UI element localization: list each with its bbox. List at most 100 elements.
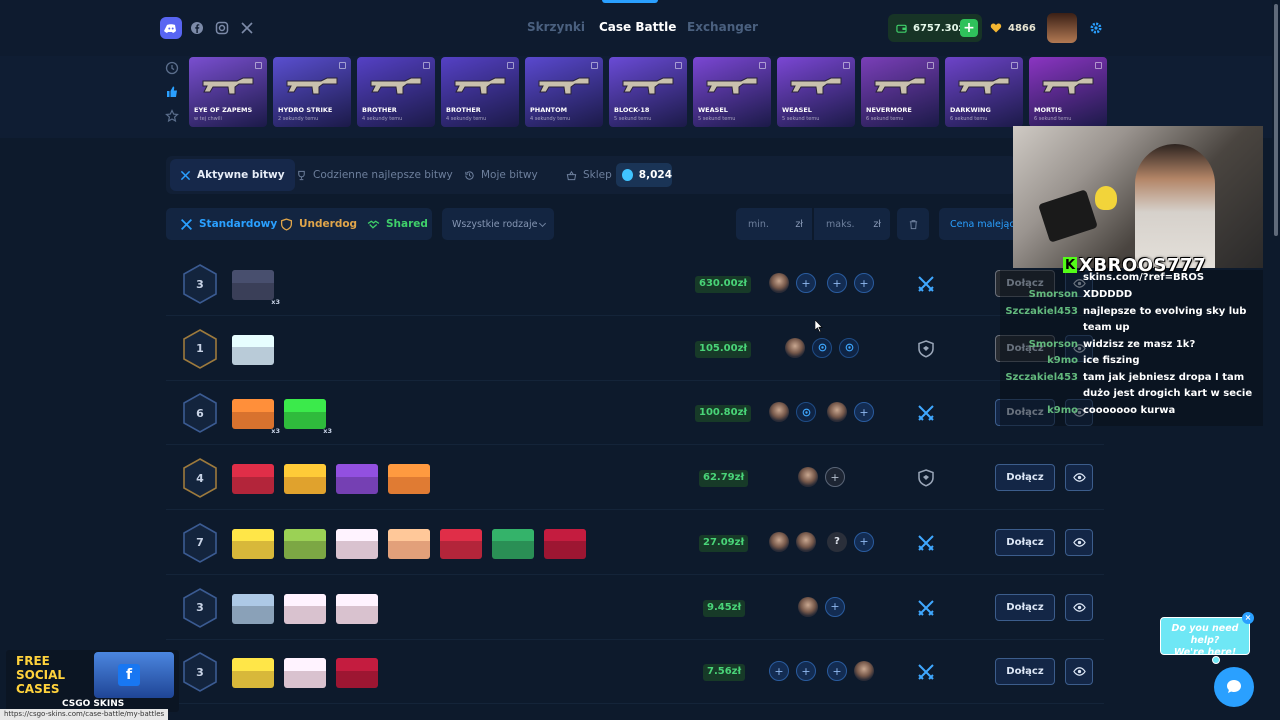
facebook-icon[interactable] [186, 17, 208, 39]
clear-filters-button[interactable] [897, 208, 929, 240]
drop-card[interactable]: WEASEL 5 sekund temu [777, 57, 855, 127]
filter-shared[interactable]: Shared [357, 208, 438, 240]
clock-icon[interactable] [165, 61, 179, 75]
chat-message: skins.com/?ref=BROS [1083, 272, 1205, 283]
thumbs-up-icon[interactable] [165, 85, 179, 99]
join-battle-button[interactable]: Dołącz [995, 658, 1055, 686]
join-slot-button[interactable]: + [827, 661, 847, 682]
rounds-badge: 3 [182, 652, 218, 693]
join-slot-button[interactable]: + [796, 661, 816, 682]
drop-card[interactable]: NEVERMORE 6 sekund temu [861, 57, 939, 127]
max-price-input[interactable]: maks. zł [814, 208, 890, 240]
join-slot-button[interactable]: + [769, 661, 789, 682]
pin-icon[interactable] [507, 62, 514, 69]
discord-icon[interactable] [160, 17, 182, 39]
pin-icon[interactable] [843, 62, 850, 69]
drop-card[interactable]: HYDRO STRIKE 2 sekundy temu [273, 57, 351, 127]
bot-slot-icon [796, 402, 816, 423]
join-slot-button[interactable]: + [854, 273, 874, 293]
player-avatar [769, 273, 789, 293]
type-select[interactable]: Wszystkie rodzaje [442, 208, 554, 240]
scrollbar-thumb[interactable] [1274, 4, 1278, 236]
gems-balance[interactable]: 8,024 [616, 163, 672, 187]
join-battle-button[interactable]: Dołącz [995, 464, 1055, 492]
drop-card[interactable]: BLOCK-18 5 sekund temu [609, 57, 687, 127]
pin-icon[interactable] [423, 62, 430, 69]
shield-icon [280, 217, 293, 231]
watch-battle-button[interactable] [1065, 528, 1093, 556]
sort-value: Cena malejąco [950, 218, 1019, 230]
pin-icon[interactable] [927, 62, 934, 69]
case-lid [388, 464, 430, 477]
free-cases-promo[interactable]: f FREE SOCIAL CASES CSGO SKINS [6, 650, 179, 712]
case-image: x3 [284, 399, 332, 435]
scrollbar[interactable] [1272, 0, 1280, 720]
join-slot-button[interactable]: + [827, 273, 847, 293]
weapon-skin-image [703, 71, 761, 97]
gear-icon[interactable] [1083, 15, 1109, 41]
pin-icon[interactable] [591, 62, 598, 69]
tab-active-battles[interactable]: Aktywne bitwy [170, 159, 295, 191]
drop-card[interactable]: DARKWING 6 sekund temu [945, 57, 1023, 127]
watch-battle-button[interactable] [1065, 593, 1093, 621]
case-lid [544, 528, 586, 542]
nav-case-battle[interactable]: Case Battle [599, 20, 676, 34]
drop-card[interactable]: MORTIS 6 sekund temu [1029, 57, 1107, 127]
pin-icon[interactable] [1095, 62, 1102, 69]
chat-username: k9mo [1047, 405, 1078, 416]
shield-icon [916, 339, 936, 359]
pin-icon[interactable] [255, 62, 262, 69]
drop-card[interactable]: BROTHER 4 sekundy temu [357, 57, 435, 127]
battle-price: 7.56zł [703, 664, 746, 682]
tab-my-battles[interactable]: Moje bitwy [454, 156, 548, 194]
deposit-button[interactable]: + [960, 19, 978, 37]
drop-card[interactable]: WEASEL 5 sekund temu [693, 57, 771, 127]
promo-title: FREE SOCIAL CASES [16, 654, 65, 696]
drop-card[interactable]: PHANTOM 4 sekundy temu [525, 57, 603, 127]
chat-username: Smorson [1028, 339, 1078, 350]
user-avatar[interactable] [1047, 13, 1077, 43]
join-battle-button[interactable]: Dołącz [995, 593, 1055, 621]
battle-row: 1105.00złDołącz [166, 317, 1104, 381]
case-lid [284, 464, 326, 477]
balance-display[interactable]: 6757.30zł + [888, 14, 982, 42]
case-lid [232, 334, 274, 348]
drop-card[interactable]: BROTHER 4 sekundy temu [441, 57, 519, 127]
star-icon[interactable] [165, 109, 179, 123]
join-battle-button[interactable]: Dołącz [995, 528, 1055, 556]
join-slot-button[interactable]: + [796, 273, 816, 293]
instagram-icon[interactable] [211, 17, 233, 39]
pin-icon[interactable] [339, 62, 346, 69]
promo-brand: CSGO SKINS [62, 699, 125, 709]
crossed-swords-icon [916, 662, 936, 682]
crossed-swords-icon [916, 598, 936, 618]
close-icon[interactable]: × [1242, 612, 1254, 624]
join-slot-button[interactable]: + [825, 467, 845, 488]
pin-icon[interactable] [759, 62, 766, 69]
x-icon[interactable] [236, 17, 258, 39]
help-bubble[interactable]: Do you need help? We're here! × [1160, 612, 1254, 658]
min-price-input[interactable]: min. zł [736, 208, 812, 240]
filter-underdog[interactable]: Underdog [270, 208, 367, 240]
join-slot-button[interactable]: + [825, 596, 845, 617]
nav-skrzynki[interactable]: Skrzynki [527, 20, 585, 34]
drop-time: 5 sekund temu [614, 116, 652, 122]
watch-battle-button[interactable] [1065, 464, 1093, 492]
eye-icon [1072, 602, 1086, 612]
join-slot-button[interactable]: + [854, 531, 874, 552]
drop-card[interactable]: EYE OF ZAPEMS w tej chwili [189, 57, 267, 127]
eye-icon [1072, 473, 1086, 482]
weapon-skin-image [199, 71, 257, 97]
pin-icon[interactable] [675, 62, 682, 69]
history-icon [465, 170, 474, 180]
watch-battle-button[interactable] [1065, 658, 1093, 686]
support-chat-button[interactable] [1214, 667, 1254, 707]
filter-shared-label: Shared [386, 218, 428, 230]
tab-shop[interactable]: Sklep [556, 156, 622, 194]
join-slot-button[interactable]: + [854, 402, 874, 423]
pin-icon[interactable] [1011, 62, 1018, 69]
sort-select[interactable]: Cena malejąco [939, 208, 1019, 240]
shield-icon [916, 468, 936, 488]
nav-exchanger[interactable]: Exchanger [687, 20, 758, 34]
tab-daily-best[interactable]: Codzienne najlepsze bitwy [286, 156, 463, 194]
